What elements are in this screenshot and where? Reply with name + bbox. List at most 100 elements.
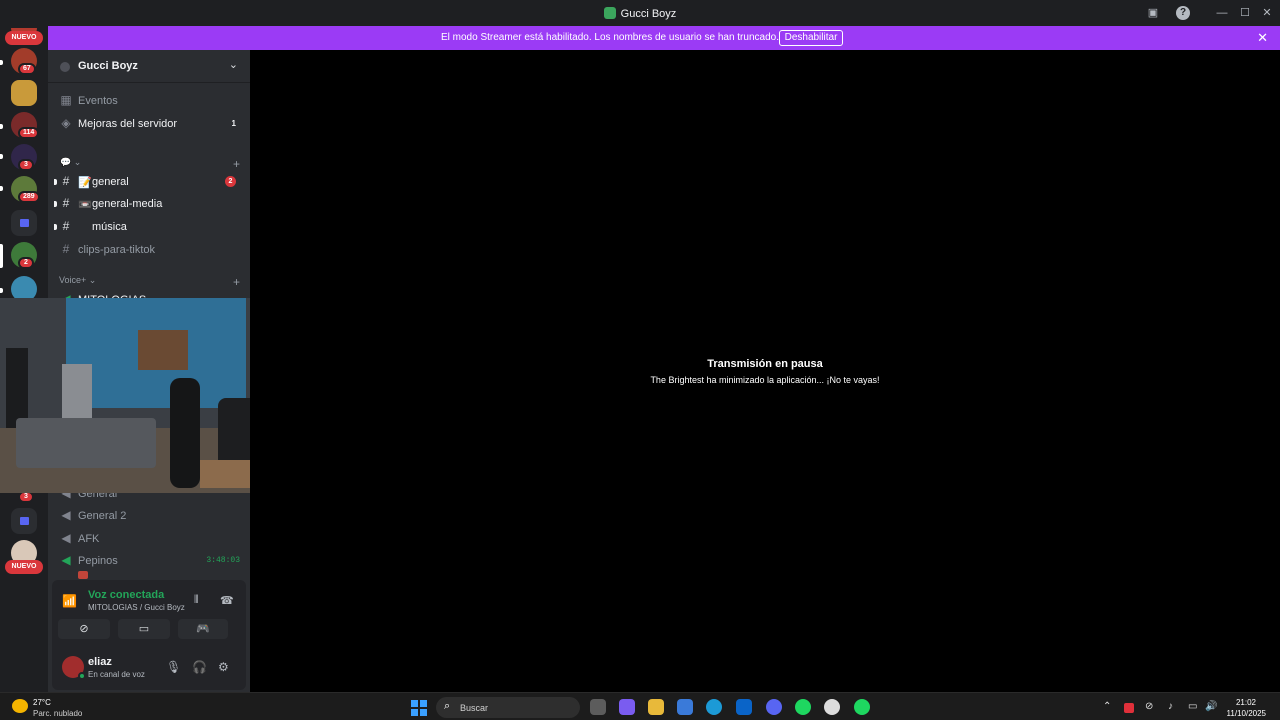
microphone-icon[interactable]: ♪ (1168, 701, 1173, 712)
unread-pill (0, 186, 3, 191)
hash-icon: # (62, 219, 70, 233)
server-icon[interactable] (11, 80, 37, 106)
mention-badge: 3 (18, 159, 34, 171)
voice-connected-subtitle[interactable]: MITOLOGIAS / Gucci Boyz (88, 603, 185, 612)
voice-channel-pepinos[interactable]: ◀ Pepinos 3:48:03 (56, 551, 244, 571)
channel-prefix: 📝 (78, 177, 92, 189)
chevron-up-icon[interactable]: ⌃ (1103, 701, 1111, 712)
maximize-icon[interactable]: ☐ (1238, 6, 1252, 20)
mention-badge: 2 (225, 176, 236, 187)
voice-category-label: Voice+ ⌄ (59, 275, 97, 285)
edge-icon[interactable] (706, 699, 722, 715)
start-button[interactable] (411, 700, 427, 716)
server-name: Gucci Boyz (78, 60, 138, 72)
outlook-icon[interactable] (736, 699, 752, 715)
channel-prefix: 📼 (78, 199, 92, 211)
taskbar-search[interactable]: ⌕ Buscar (436, 697, 580, 718)
boosts-count: 1 (231, 119, 236, 128)
settings-gear-icon[interactable]: ⚙ (218, 660, 229, 674)
avatar[interactable] (62, 656, 86, 680)
events-label: Eventos (78, 95, 118, 107)
voice-user-avatar[interactable] (78, 571, 88, 579)
webcam-overlay[interactable] (0, 298, 263, 493)
help-icon[interactable]: ? (1176, 6, 1190, 20)
new-badge: NUEVO (5, 31, 43, 45)
channel-musica[interactable]: # música (54, 217, 244, 237)
events-item[interactable]: ▦ Eventos (56, 91, 244, 111)
stream-paused-subtitle: The Brightest ha minimizado la aplicació… (650, 375, 880, 385)
voice-timer: 3:48:03 (206, 556, 240, 565)
camera-sofa (16, 418, 156, 468)
add-channel-icon[interactable]: + (233, 275, 240, 289)
server-folder[interactable] (11, 210, 37, 236)
weather-icon[interactable] (12, 699, 28, 713)
boosts-item[interactable]: ◈ Mejoras del servidor 1 (56, 114, 244, 134)
screen-share-button[interactable]: ▭ (118, 619, 170, 639)
noise-suppression-icon[interactable]: ⫴ (194, 594, 199, 607)
unread-pill (0, 288, 3, 293)
clock-date[interactable]: 11/10/2025 (1227, 709, 1266, 718)
taskbar: 27°C Parc. nublado ⌕ Buscar ⌃ ⊘ ♪ ▭ 🔊 21… (0, 692, 1280, 720)
channel-clips-para-tiktok[interactable]: # clips-para-tiktok (56, 240, 244, 260)
channel-general-media[interactable]: # 📼 general-media (54, 194, 244, 214)
voice-category[interactable]: Voice+ ⌄ + (56, 275, 244, 289)
unread-pill (54, 179, 57, 185)
minimize-icon[interactable]: — (1215, 6, 1229, 20)
channel-name: general-media (92, 198, 163, 210)
copilot-icon[interactable] (619, 699, 635, 715)
camera-cabinet (138, 330, 188, 370)
inbox-icon[interactable]: ▣ (1146, 6, 1160, 20)
status-indicator (78, 672, 86, 680)
camera-off-icon: ⊘ (79, 623, 89, 635)
username[interactable]: eliaz (88, 656, 112, 668)
streamer-mode-banner: El modo Streamer está habilitado. Los no… (48, 26, 1280, 50)
banner-message: El modo Streamer está habilitado. Los no… (441, 32, 779, 43)
steam-icon[interactable] (824, 699, 840, 715)
volume-icon[interactable]: 🔊 (1205, 701, 1217, 712)
server-icon (603, 7, 616, 19)
disable-streamer-button[interactable]: Deshabilitar (779, 30, 843, 46)
speaker-icon: ◀ (61, 553, 71, 567)
close-window-icon[interactable]: ✕ (1260, 6, 1274, 20)
weather-desc[interactable]: Parc. nublado (33, 709, 82, 718)
server-folder[interactable] (11, 508, 37, 534)
chevron-down-icon: ⌄ (228, 59, 238, 71)
unread-pill (0, 154, 3, 159)
display-icon[interactable]: ▭ (1188, 701, 1197, 712)
spotify-icon[interactable] (854, 699, 870, 715)
weather-temp[interactable]: 27°C (33, 698, 51, 707)
clock-time[interactable]: 21:02 (1236, 698, 1256, 707)
file-explorer-icon[interactable] (648, 699, 664, 715)
microphone-icon[interactable]: 🎙 (166, 660, 181, 674)
activities-button[interactable]: 🎮 (178, 619, 228, 639)
spotify-icon[interactable] (795, 699, 811, 715)
discord-icon[interactable] (766, 699, 782, 715)
camera-box (200, 460, 250, 488)
hash-icon: # (62, 174, 70, 188)
disconnect-icon[interactable]: ☎ (220, 594, 234, 607)
camera-button[interactable]: ⊘ (58, 619, 110, 639)
text-category[interactable]: 💬 ⌄ + (56, 157, 244, 171)
task-view-icon[interactable] (590, 699, 606, 715)
text-category-label: 💬 ⌄ (60, 157, 82, 167)
mention-badge: 67 (18, 63, 36, 75)
voice-channel-afk[interactable]: ◀ AFK (56, 529, 244, 549)
server-header[interactable]: Gucci Boyz ⌄ (48, 50, 250, 83)
channel-general[interactable]: # 📝 general 2 (54, 172, 244, 192)
network-off-icon[interactable]: ⊘ (1145, 701, 1153, 712)
channel-name: música (92, 221, 127, 233)
unread-pill (0, 60, 3, 65)
title-bar: Gucci Boyz ▣ ? — ☐ ✕ (0, 0, 1280, 26)
stream-view[interactable]: Transmisión en pausa The Brightest ha mi… (250, 50, 1280, 692)
window-title-text: Gucci Boyz (620, 8, 677, 20)
stream-paused-title: Transmisión en pausa (707, 358, 823, 370)
recording-icon[interactable] (1124, 703, 1134, 713)
close-icon[interactable]: ✕ (1257, 30, 1268, 46)
channel-name: Pepinos (78, 555, 118, 567)
headphones-icon[interactable]: 🎧 (192, 660, 207, 674)
boost-icon: ◈ (61, 116, 71, 130)
voice-connected-title[interactable]: Voz conectada (88, 589, 164, 601)
voice-channel-general-2[interactable]: ◀ General 2 (56, 506, 244, 526)
add-channel-icon[interactable]: + (233, 157, 240, 171)
store-icon[interactable] (677, 699, 693, 715)
